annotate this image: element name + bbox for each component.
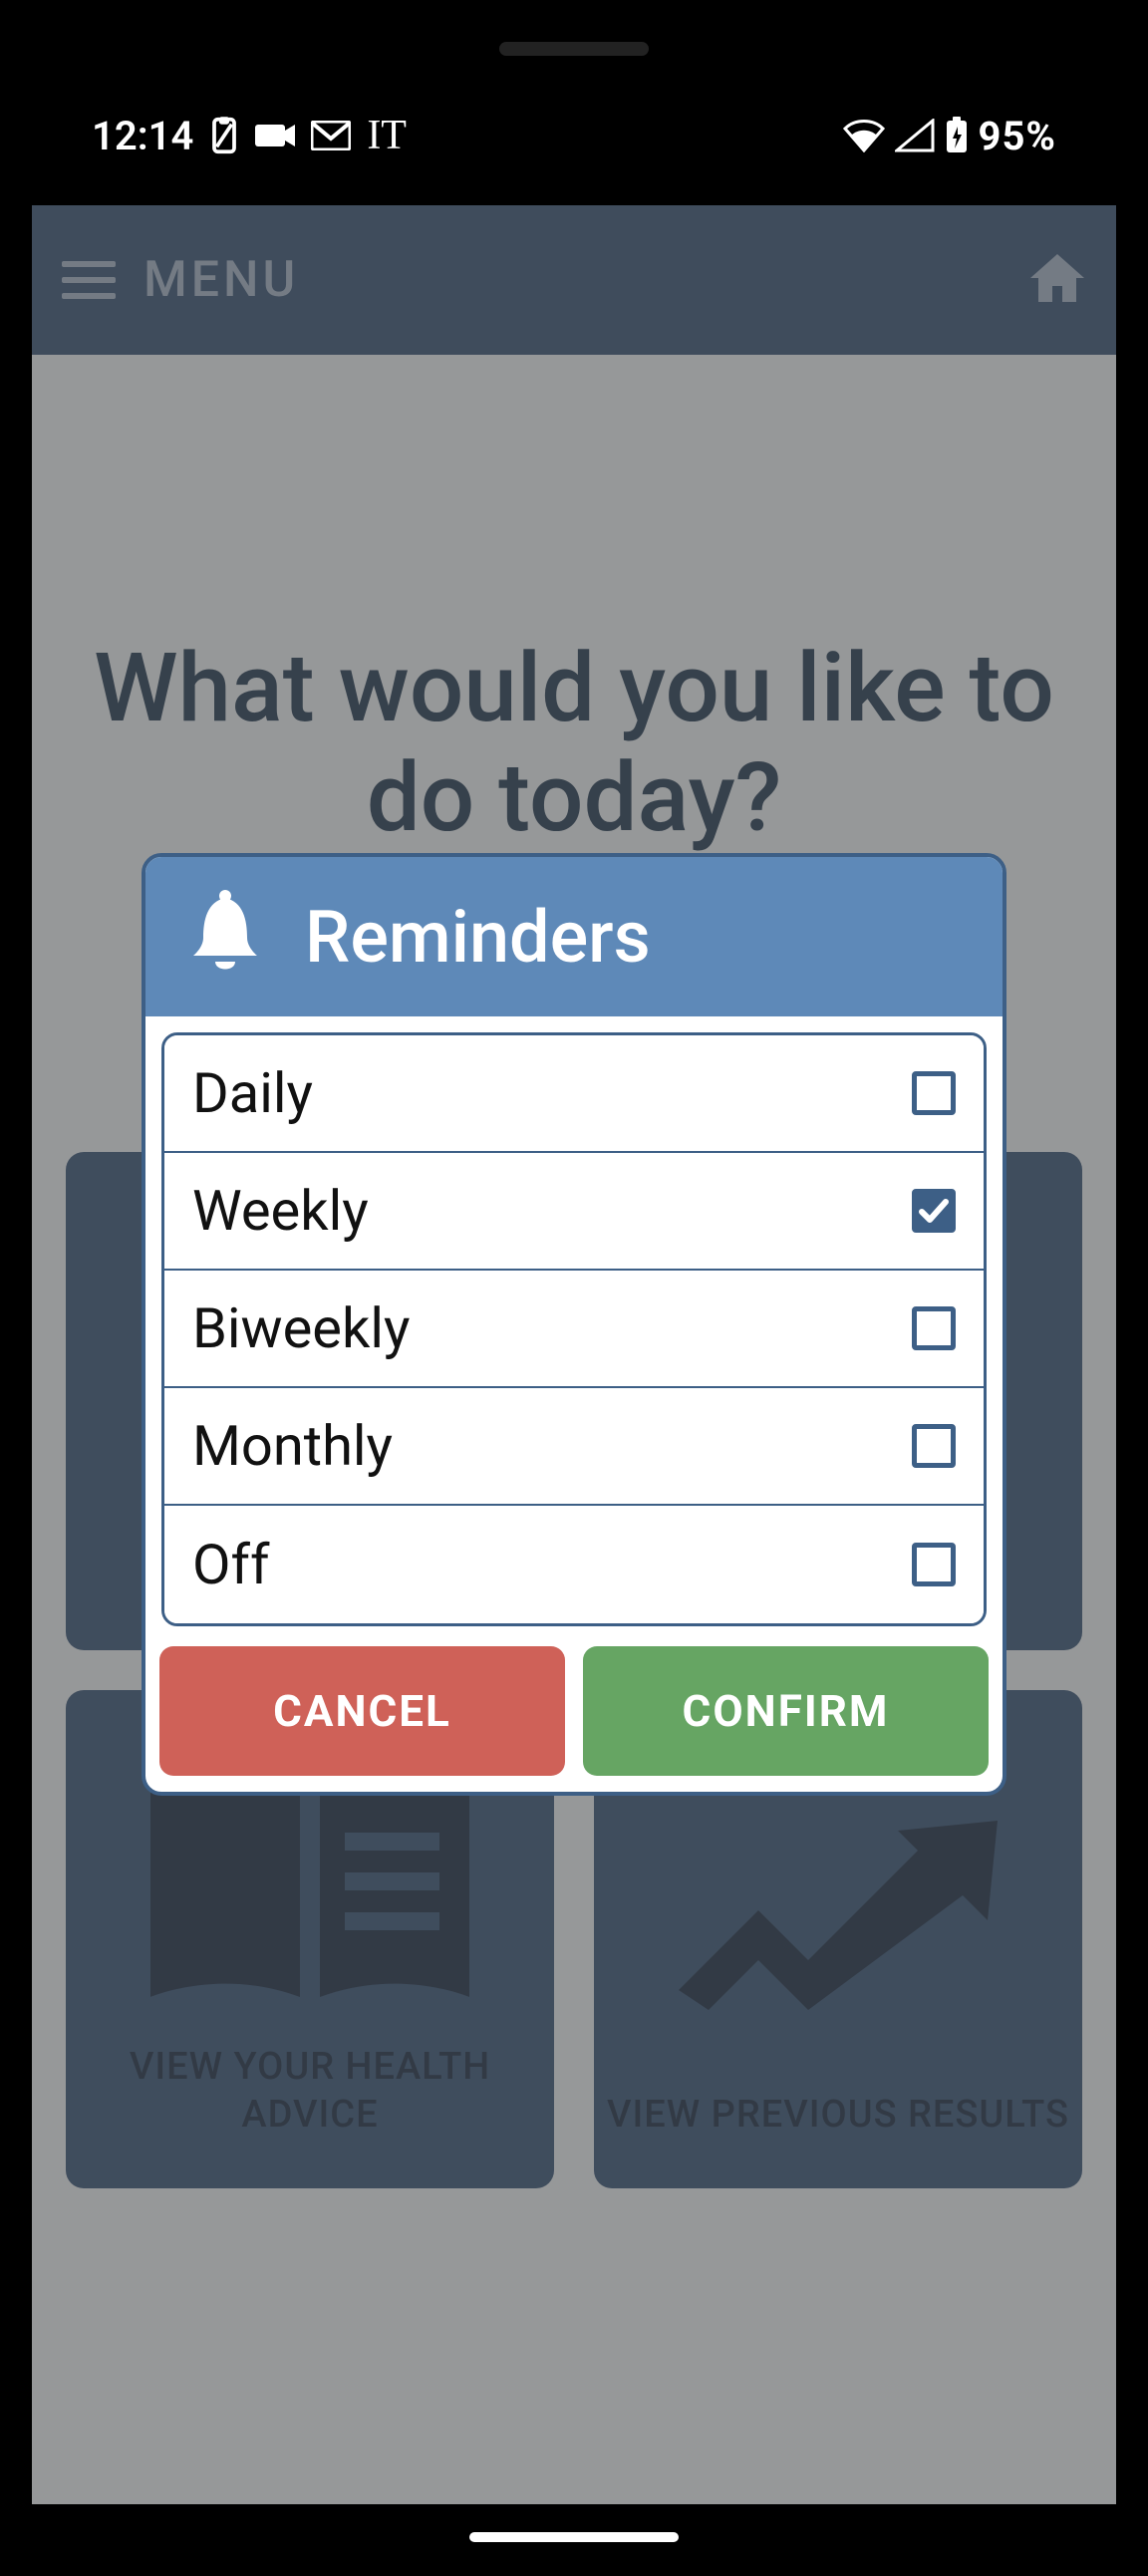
checkbox-icon[interactable] — [912, 1071, 956, 1115]
device-frame: 12:14 IT 95% — [12, 8, 1136, 2564]
confirm-button-label: CONFIRM — [683, 1685, 890, 1737]
confirm-button[interactable]: CONFIRM — [583, 1646, 989, 1776]
battery-percent: 95% — [979, 113, 1056, 159]
option-biweekly[interactable]: Biweekly — [164, 1271, 984, 1388]
status-bar: 12:14 IT 95% — [32, 66, 1116, 205]
dialog-buttons: CANCEL CONFIRM — [145, 1646, 1003, 1792]
status-time: 12:14 — [92, 113, 193, 159]
reminders-dialog: Reminders Daily Weekly Biweekly — [142, 853, 1006, 1796]
cancel-button-label: CANCEL — [273, 1685, 451, 1737]
option-weekly[interactable]: Weekly — [164, 1153, 984, 1271]
nav-gesture-pill[interactable] — [469, 2532, 679, 2542]
cancel-button[interactable]: CANCEL — [159, 1646, 565, 1776]
bell-icon — [185, 890, 265, 984]
checkbox-icon[interactable] — [912, 1189, 956, 1233]
dialog-header: Reminders — [145, 857, 1003, 1016]
option-off[interactable]: Off — [164, 1506, 984, 1623]
speaker-grill — [499, 42, 649, 56]
checkbox-icon[interactable] — [912, 1306, 956, 1350]
wifi-icon — [843, 119, 885, 152]
option-daily[interactable]: Daily — [164, 1035, 984, 1153]
option-label: Monthly — [192, 1413, 912, 1479]
cell-signal-icon — [895, 119, 935, 152]
checkbox-icon[interactable] — [912, 1424, 956, 1468]
clipboard-icon — [209, 117, 239, 154]
dialog-title: Reminders — [305, 895, 651, 980]
option-monthly[interactable]: Monthly — [164, 1388, 984, 1506]
option-label: Weekly — [192, 1178, 912, 1244]
battery-icon — [945, 117, 969, 154]
it-text-icon: IT — [367, 112, 407, 159]
option-label: Off — [192, 1532, 912, 1597]
reminder-options: Daily Weekly Biweekly — [161, 1032, 987, 1626]
checkbox-icon[interactable] — [912, 1543, 956, 1586]
app-screen: MENU What would you like to do today? — [32, 205, 1116, 2504]
option-label: Biweekly — [192, 1295, 912, 1361]
gmail-icon — [311, 121, 351, 150]
option-label: Daily — [192, 1060, 912, 1126]
camera-icon — [255, 121, 295, 150]
